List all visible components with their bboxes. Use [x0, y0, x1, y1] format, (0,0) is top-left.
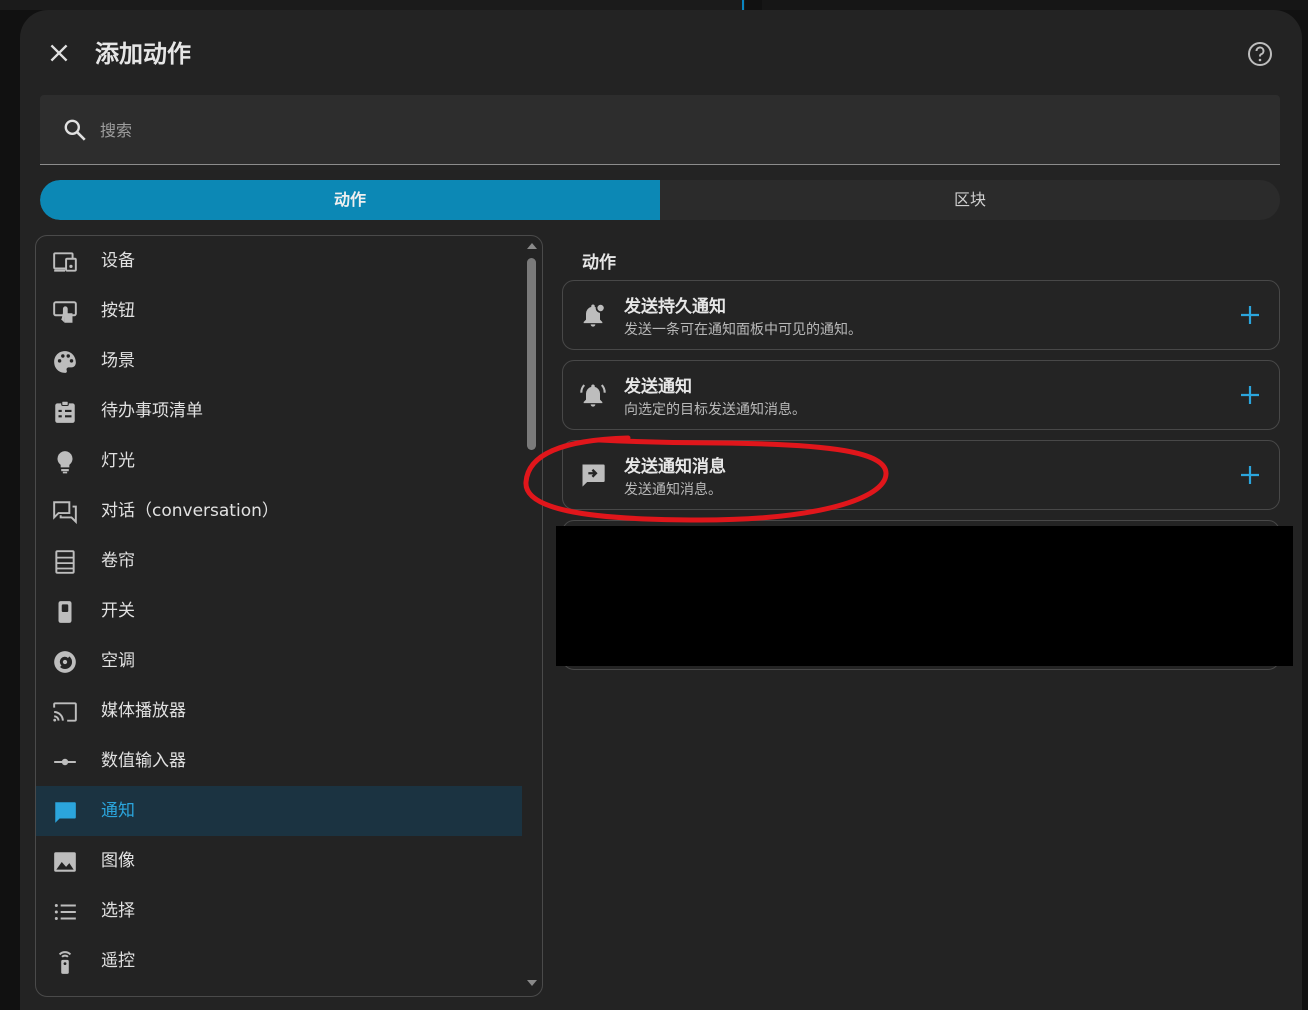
palette-icon: [54, 351, 76, 373]
sidebar-item-media-player[interactable]: 媒体播放器: [36, 686, 522, 736]
sidebar-item-label: 图像: [101, 851, 135, 871]
sidebar-item-label: 设备: [101, 251, 135, 271]
card-title: 发送持久通知: [624, 297, 726, 317]
scroll-thumb[interactable]: [527, 258, 536, 450]
close-icon[interactable]: [46, 40, 72, 66]
sidebar-item-climate[interactable]: 空调: [36, 636, 522, 686]
forum-outline-icon: [53, 501, 77, 525]
help-circle-icon[interactable]: [1246, 40, 1274, 68]
add-action-dialog: 添加动作 动作 区块 设备 按钮 场景: [20, 10, 1302, 1010]
sidebar-item-label: 灯光: [101, 451, 135, 471]
background-divider: [742, 0, 744, 10]
search-field[interactable]: [40, 95, 1280, 165]
cast-icon: [53, 702, 77, 722]
background-window-strip: [0, 0, 745, 10]
sidebar-item-light[interactable]: 灯光: [36, 436, 522, 486]
sidebar-item-label: 媒体播放器: [101, 701, 186, 721]
bell-badge-icon: [583, 303, 606, 327]
window-shutter-icon: [55, 550, 75, 574]
tab-blocks[interactable]: 区块: [660, 180, 1280, 220]
card-description: 向选定的目标发送通知消息。: [624, 402, 806, 418]
section-title: 动作: [582, 253, 616, 273]
action-card-notification[interactable]: 发送通知 向选定的目标发送通知消息。: [562, 360, 1280, 430]
message-arrow-right-icon: [582, 464, 605, 487]
sidebar-item-label: 数值输入器: [101, 751, 186, 771]
sidebar-item-conversation[interactable]: 对话（conversation）: [36, 486, 522, 536]
search-input[interactable]: [98, 109, 1262, 151]
sidebar-item-label: 空调: [101, 651, 135, 671]
plus-icon[interactable]: [1238, 303, 1262, 327]
remote-icon: [58, 951, 72, 974]
lightbulb-icon: [57, 451, 73, 474]
image-icon: [54, 852, 76, 872]
card-description: 发送通知消息。: [624, 482, 722, 498]
clipboard-list-icon: [55, 400, 75, 423]
plus-icon[interactable]: [1238, 463, 1262, 487]
sidebar-item-label: 卷帘: [101, 551, 135, 571]
plus-icon[interactable]: [1238, 383, 1262, 407]
sidebar-item-label: 通知: [101, 801, 135, 821]
category-sidebar: 设备 按钮 场景 待办事项清单 灯光 对话（conversation） 卷帘 开…: [35, 235, 543, 997]
sidebar-item-label: 待办事项清单: [101, 401, 203, 421]
message-icon: [55, 802, 76, 823]
card-title: 发送通知: [624, 377, 692, 397]
dialog-title: 添加动作: [95, 40, 191, 68]
sidebar-item-label: 遥控: [101, 951, 135, 971]
background-window-strip-right: [762, 0, 1308, 10]
sidebar-item-remote[interactable]: 遥控: [36, 936, 522, 986]
tab-bar: 动作 区块: [40, 180, 1280, 220]
sidebar-item-label: 按钮: [101, 301, 135, 321]
sidebar-item-label: 选择: [101, 901, 135, 921]
sidebar-item-image[interactable]: 图像: [36, 836, 522, 886]
sidebar-item-notify[interactable]: 通知: [36, 786, 522, 836]
sidebar-item-cover[interactable]: 卷帘: [36, 536, 522, 586]
search-icon: [64, 119, 86, 141]
thermostat-icon: [54, 651, 76, 673]
help-button[interactable]: [1246, 40, 1274, 68]
sidebar-item-label: 场景: [101, 351, 135, 371]
sidebar-item-todo[interactable]: 待办事项清单: [36, 386, 522, 436]
action-card-persistent-notification[interactable]: 发送持久通知 发送一条可在通知面板中可见的通知。: [562, 280, 1280, 350]
sidebar-item-label: 开关: [101, 601, 135, 621]
sidebar-scrollbar[interactable]: [523, 236, 541, 994]
toggle-switch-variant-icon: [58, 601, 72, 623]
gesture-tap-button-icon: [53, 301, 77, 324]
devices-icon: [53, 252, 77, 272]
bell-ring-icon: [580, 384, 606, 407]
sidebar-item-button[interactable]: 按钮: [36, 286, 522, 336]
card-description: 发送一条可在通知面板中可见的通知。: [624, 322, 862, 338]
format-list-bulleted-icon: [54, 903, 76, 921]
redaction-block: [556, 526, 1293, 666]
action-card-notification-message[interactable]: 发送通知消息 发送通知消息。: [562, 440, 1280, 510]
scroll-up-arrow-icon[interactable]: [525, 239, 539, 253]
scroll-down-arrow-icon[interactable]: [525, 976, 539, 990]
sidebar-item-number-input[interactable]: 数值输入器: [36, 736, 522, 786]
close-button[interactable]: [46, 40, 72, 66]
tab-actions[interactable]: 动作: [40, 180, 660, 220]
sidebar-item-label: 对话（conversation）: [101, 501, 279, 521]
sidebar-item-select[interactable]: 选择: [36, 886, 522, 936]
sidebar-item-scene[interactable]: 场景: [36, 336, 522, 386]
sidebar-item-switch[interactable]: 开关: [36, 586, 522, 636]
card-title: 发送通知消息: [624, 457, 726, 477]
ray-vertex-icon: [54, 758, 76, 766]
sidebar-item-devices[interactable]: 设备: [36, 236, 522, 286]
